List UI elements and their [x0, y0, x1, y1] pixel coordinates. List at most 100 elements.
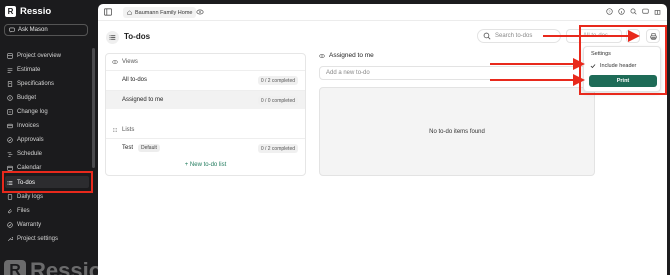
sidebar-item-warranty[interactable]: Warranty: [6, 219, 90, 230]
budget-icon: [7, 94, 13, 101]
views-heading: Views: [112, 59, 138, 65]
sidebar-item-invoices[interactable]: Invoices: [6, 120, 90, 131]
list-label: Test: [122, 145, 134, 151]
view-label: All to-dos: [122, 77, 148, 83]
sidebar-item-schedule[interactable]: Schedule: [6, 148, 90, 159]
filter-label: All to-dos: [583, 33, 609, 39]
list-item-test[interactable]: Test Default 0 / 2 completed: [106, 138, 305, 157]
search-icon[interactable]: [630, 8, 637, 15]
new-list-label: New to-do list: [189, 162, 227, 168]
add-todo-input[interactable]: Add a new to-do: [319, 66, 595, 80]
files-icon: [8, 208, 13, 213]
todos-title-icon: [106, 31, 119, 44]
detail-heading: Assigned to me: [319, 52, 374, 59]
sidebar-item-label: Approvals: [17, 136, 44, 143]
printer-icon: [649, 32, 657, 40]
todos-icon: [7, 180, 13, 185]
settings-icon: [7, 236, 13, 241]
top-bar: Baumann Family Home ?: [98, 4, 667, 21]
brand[interactable]: R Ressio: [5, 6, 51, 17]
print-confirm-button[interactable]: Print: [589, 75, 657, 87]
view-item-all-todos[interactable]: All to-dos 0 / 2 completed: [106, 70, 305, 89]
calendar-icon: [7, 165, 13, 171]
view-label: Assigned to me: [122, 97, 164, 103]
search-input[interactable]: Search to-dos: [477, 29, 561, 43]
invoices-icon: [7, 123, 13, 128]
ressio-watermark-logo-icon: R: [4, 260, 26, 275]
sidebar-item-files[interactable]: Files: [6, 205, 90, 216]
home-icon: [127, 10, 132, 15]
top-bar-actions: ?: [606, 8, 661, 15]
search-placeholder: Search to-dos: [495, 33, 533, 39]
sidebar-item-change-log[interactable]: Change log: [6, 106, 90, 117]
ressio-logo-icon: R: [5, 6, 16, 17]
sidebar-item-label: Project overview: [17, 52, 62, 59]
help-icon[interactable]: ?: [606, 8, 613, 15]
main-window: Baumann Family Home ? To-dos Search to-d…: [98, 4, 667, 275]
more-options-button[interactable]: [626, 29, 640, 43]
view-item-assigned-to-me[interactable]: Assigned to me 0 / 0 completed: [106, 90, 305, 109]
sidebar-item-label: Schedule: [17, 150, 43, 157]
views-heading-label: Views: [122, 59, 138, 65]
include-header-checkbox[interactable]: Include header: [590, 63, 636, 69]
sidebar-item-specifications[interactable]: Specifications: [6, 78, 90, 89]
sidebar-item-label: Specifications: [17, 80, 55, 87]
gift-icon[interactable]: [654, 8, 661, 15]
grid-icon: [113, 128, 117, 132]
page-title: To-dos: [124, 32, 151, 41]
detail-heading-label: Assigned to me: [329, 52, 374, 59]
sidebar-item-label: Estimate: [17, 66, 41, 73]
sidebar-item-project-overview[interactable]: Project overview: [6, 50, 90, 61]
print-settings-popover: Settings Include header Print: [583, 46, 661, 92]
ressio-watermark: R Ressio: [4, 258, 102, 275]
daily-logs-icon: [7, 193, 13, 200]
change-log-icon: [7, 108, 13, 115]
completion-count: 0 / 0 completed: [257, 96, 298, 105]
overview-icon: [7, 52, 13, 59]
eye-icon: [319, 53, 325, 58]
sidebar-item-todos[interactable]: To-dos: [6, 177, 90, 188]
eye-icon[interactable]: [196, 8, 204, 16]
project-name: Baumann Family Home: [135, 9, 193, 16]
check-icon: [590, 64, 596, 69]
sidebar-item-project-settings[interactable]: Project settings: [6, 233, 90, 244]
empty-state: No to-do items found: [319, 87, 595, 176]
sidebar-item-daily-logs[interactable]: Daily logs: [6, 191, 90, 202]
print-button[interactable]: [646, 29, 660, 43]
add-todo-placeholder: Add a new to-do: [326, 70, 370, 76]
sidebar-item-label: Project settings: [17, 235, 59, 242]
new-todo-list-button[interactable]: + New to-do list: [106, 162, 305, 168]
completion-count: 0 / 2 completed: [257, 144, 298, 153]
eye-icon: [112, 60, 118, 64]
estimate-icon: [7, 68, 13, 73]
completion-count: 0 / 2 completed: [257, 76, 298, 85]
lists-heading-label: Lists: [122, 127, 135, 133]
popover-title: Settings: [591, 51, 611, 57]
default-badge: Default: [138, 144, 160, 152]
lists-heading: Lists: [112, 127, 134, 133]
info-icon[interactable]: [618, 8, 625, 15]
sidebar-item-label: Invoices: [17, 122, 40, 129]
warranty-icon: [7, 221, 13, 228]
empty-state-text: No to-do items found: [429, 128, 485, 135]
sidebar-item-calendar[interactable]: Calendar: [6, 162, 90, 173]
sidebar-item-label: Change log: [17, 108, 48, 115]
sidebar-item-budget[interactable]: Budget: [6, 92, 90, 103]
sidebar-item-label: To-dos: [17, 179, 36, 186]
project-breadcrumb[interactable]: Baumann Family Home: [123, 7, 197, 18]
sidebar-item-approvals[interactable]: Approvals: [6, 134, 90, 145]
search-icon: [483, 32, 491, 40]
sidebar-item-estimate[interactable]: Estimate: [6, 64, 90, 75]
ask-mason-label: Ask Mason: [18, 27, 48, 33]
sidebar-item-label: Daily logs: [17, 193, 44, 200]
approvals-icon: [7, 136, 13, 143]
sidebar: R Ressio Ask Mason Project overview Esti…: [0, 0, 102, 275]
chat-icon[interactable]: [642, 8, 649, 15]
filter-dropdown[interactable]: All to-dos: [566, 29, 622, 43]
toggle-sidebar-icon[interactable]: [104, 8, 112, 16]
sidebar-scrollbar[interactable]: [92, 48, 95, 168]
list-icon: [109, 35, 116, 40]
sidebar-item-label: Files: [17, 207, 30, 214]
sidebar-item-label: Budget: [17, 94, 37, 101]
ask-mason-button[interactable]: Ask Mason: [4, 24, 88, 36]
